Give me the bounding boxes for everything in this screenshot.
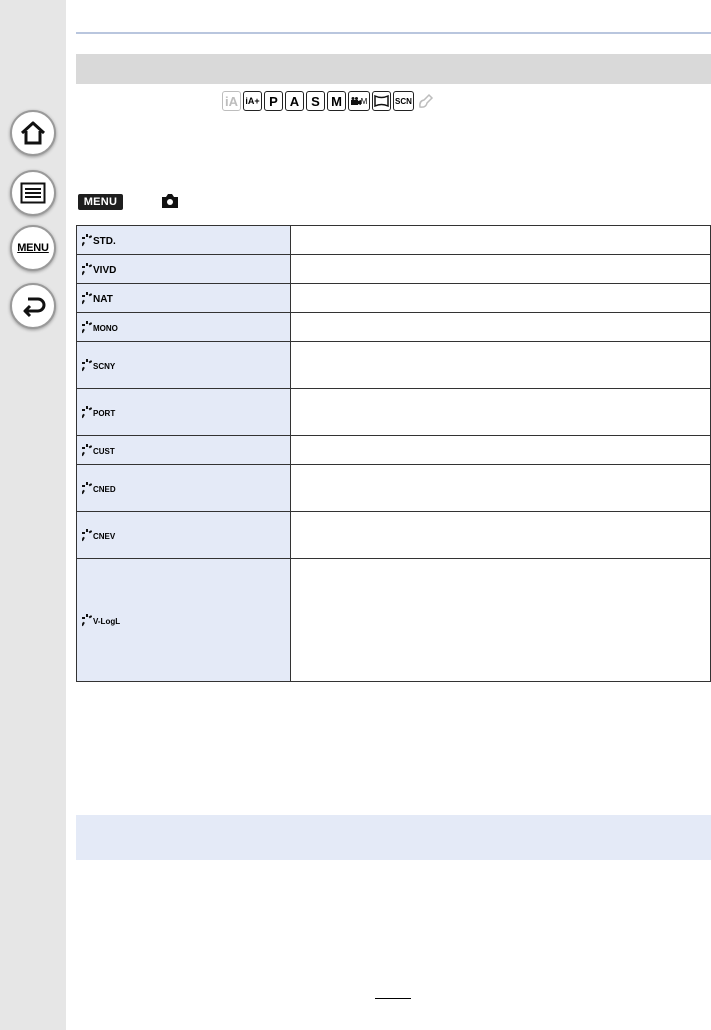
table-row: SCNY xyxy=(76,341,711,389)
section-header-bar xyxy=(76,54,711,84)
page-number-rule xyxy=(375,998,411,999)
home-icon xyxy=(20,121,46,145)
sparkle-icon xyxy=(82,528,92,541)
movie-camera-icon xyxy=(350,96,361,105)
mode-label: P xyxy=(269,93,278,109)
sparkle-icon xyxy=(82,233,92,246)
style-code: CNED xyxy=(93,484,116,494)
photo-style-icon: SCNY xyxy=(82,353,115,373)
photo-style-icon: CNEV xyxy=(82,523,115,543)
mode-label: iA+ xyxy=(245,96,260,106)
table-row: CUST xyxy=(76,435,711,465)
style-label-cell: CNED xyxy=(76,464,291,512)
panorama-icon xyxy=(374,95,389,107)
table-row: VIVD xyxy=(76,254,711,284)
style-label-cell: VIVD xyxy=(76,254,291,284)
mode-icon-movie-m: M xyxy=(348,91,370,111)
sparkle-icon xyxy=(82,320,92,333)
mode-label: S xyxy=(311,93,320,109)
menu-badge: MENU xyxy=(78,194,123,210)
mode-icon-creative xyxy=(415,91,436,111)
photo-style-icon: PORT xyxy=(82,400,115,420)
style-code: CNEV xyxy=(93,531,116,541)
sparkle-icon xyxy=(82,291,92,304)
table-row: MONO xyxy=(76,312,711,342)
style-code: MONO xyxy=(93,323,118,333)
sparkle-icon xyxy=(82,481,92,494)
camera-icon xyxy=(162,194,178,208)
style-description-cell xyxy=(290,388,711,436)
mode-label: A xyxy=(289,93,300,109)
style-description-cell xyxy=(290,312,711,342)
home-button[interactable] xyxy=(10,110,56,156)
sparkle-icon xyxy=(82,262,92,275)
back-button[interactable] xyxy=(10,283,56,329)
style-label-cell: V-LogL xyxy=(76,558,291,682)
sparkle-icon xyxy=(82,405,92,418)
style-description-cell xyxy=(290,558,711,682)
mode-icon-ia: iA xyxy=(222,91,241,111)
style-label-cell: STD. xyxy=(76,225,291,255)
mode-icon-p: P xyxy=(264,91,283,111)
mode-label: M xyxy=(331,93,342,109)
sparkle-icon xyxy=(82,358,92,371)
table-row: CNEV xyxy=(76,511,711,559)
sidebar: MENU xyxy=(0,0,66,1030)
creative-control-icon xyxy=(418,93,433,108)
style-code: VIVD xyxy=(93,264,117,276)
table-row: V-LogL xyxy=(76,558,711,682)
mode-icon-ia-plus: iA+ xyxy=(243,91,262,111)
mode-icon-s: S xyxy=(306,91,325,111)
table-row: PORT xyxy=(76,388,711,436)
photo-style-table: STD. VIVD NAT MONO SCNY PORT CUST CNED C… xyxy=(76,225,711,682)
menu-button[interactable]: MENU xyxy=(10,225,56,271)
style-code: NAT xyxy=(93,293,113,305)
style-label-cell: SCNY xyxy=(76,341,291,389)
mode-icon-scn: SCN xyxy=(393,91,414,111)
style-description-cell xyxy=(290,464,711,512)
note-box xyxy=(76,815,711,860)
photo-style-icon: VIVD xyxy=(82,257,116,277)
style-description-cell xyxy=(290,511,711,559)
style-description-cell xyxy=(290,225,711,255)
mode-icon-a: A xyxy=(285,91,304,111)
style-description-cell xyxy=(290,435,711,465)
style-description-cell xyxy=(290,254,711,284)
list-icon xyxy=(20,182,46,204)
style-code: STD. xyxy=(93,235,116,247)
style-code: V-LogL xyxy=(93,616,121,626)
style-label-cell: CUST xyxy=(76,435,291,465)
return-icon xyxy=(23,297,46,318)
mode-label: SCN xyxy=(395,96,412,106)
style-description-cell xyxy=(290,341,711,389)
sparkle-icon xyxy=(82,443,92,456)
mode-icon-panorama xyxy=(372,91,391,111)
photo-style-icon: CUST xyxy=(82,438,115,458)
sparkle-icon xyxy=(82,613,92,626)
mode-icon-m: M xyxy=(327,91,346,111)
photo-style-icon: NAT xyxy=(82,286,113,306)
style-label-cell: CNEV xyxy=(76,511,291,559)
mode-label: iA xyxy=(225,93,238,109)
style-label-cell: MONO xyxy=(76,312,291,342)
applicable-modes: iA iA+ P A S M M SCN xyxy=(222,90,436,112)
style-code: CUST xyxy=(93,446,115,456)
style-description-cell xyxy=(290,283,711,313)
table-row: NAT xyxy=(76,283,711,313)
header-rule xyxy=(76,32,711,34)
photo-style-icon: CNED xyxy=(82,476,116,496)
table-row: CNED xyxy=(76,464,711,512)
photo-style-icon: MONO xyxy=(82,315,118,335)
mode-label: M xyxy=(360,96,368,106)
style-label-cell: NAT xyxy=(76,283,291,313)
style-label-cell: PORT xyxy=(76,388,291,436)
photo-style-icon: V-LogL xyxy=(82,608,120,628)
menu-label: MENU xyxy=(17,242,49,254)
contents-button[interactable] xyxy=(10,170,56,216)
photo-style-icon: STD. xyxy=(82,228,116,248)
table-row: STD. xyxy=(76,225,711,255)
style-code: SCNY xyxy=(93,361,116,371)
style-code: PORT xyxy=(93,408,116,418)
